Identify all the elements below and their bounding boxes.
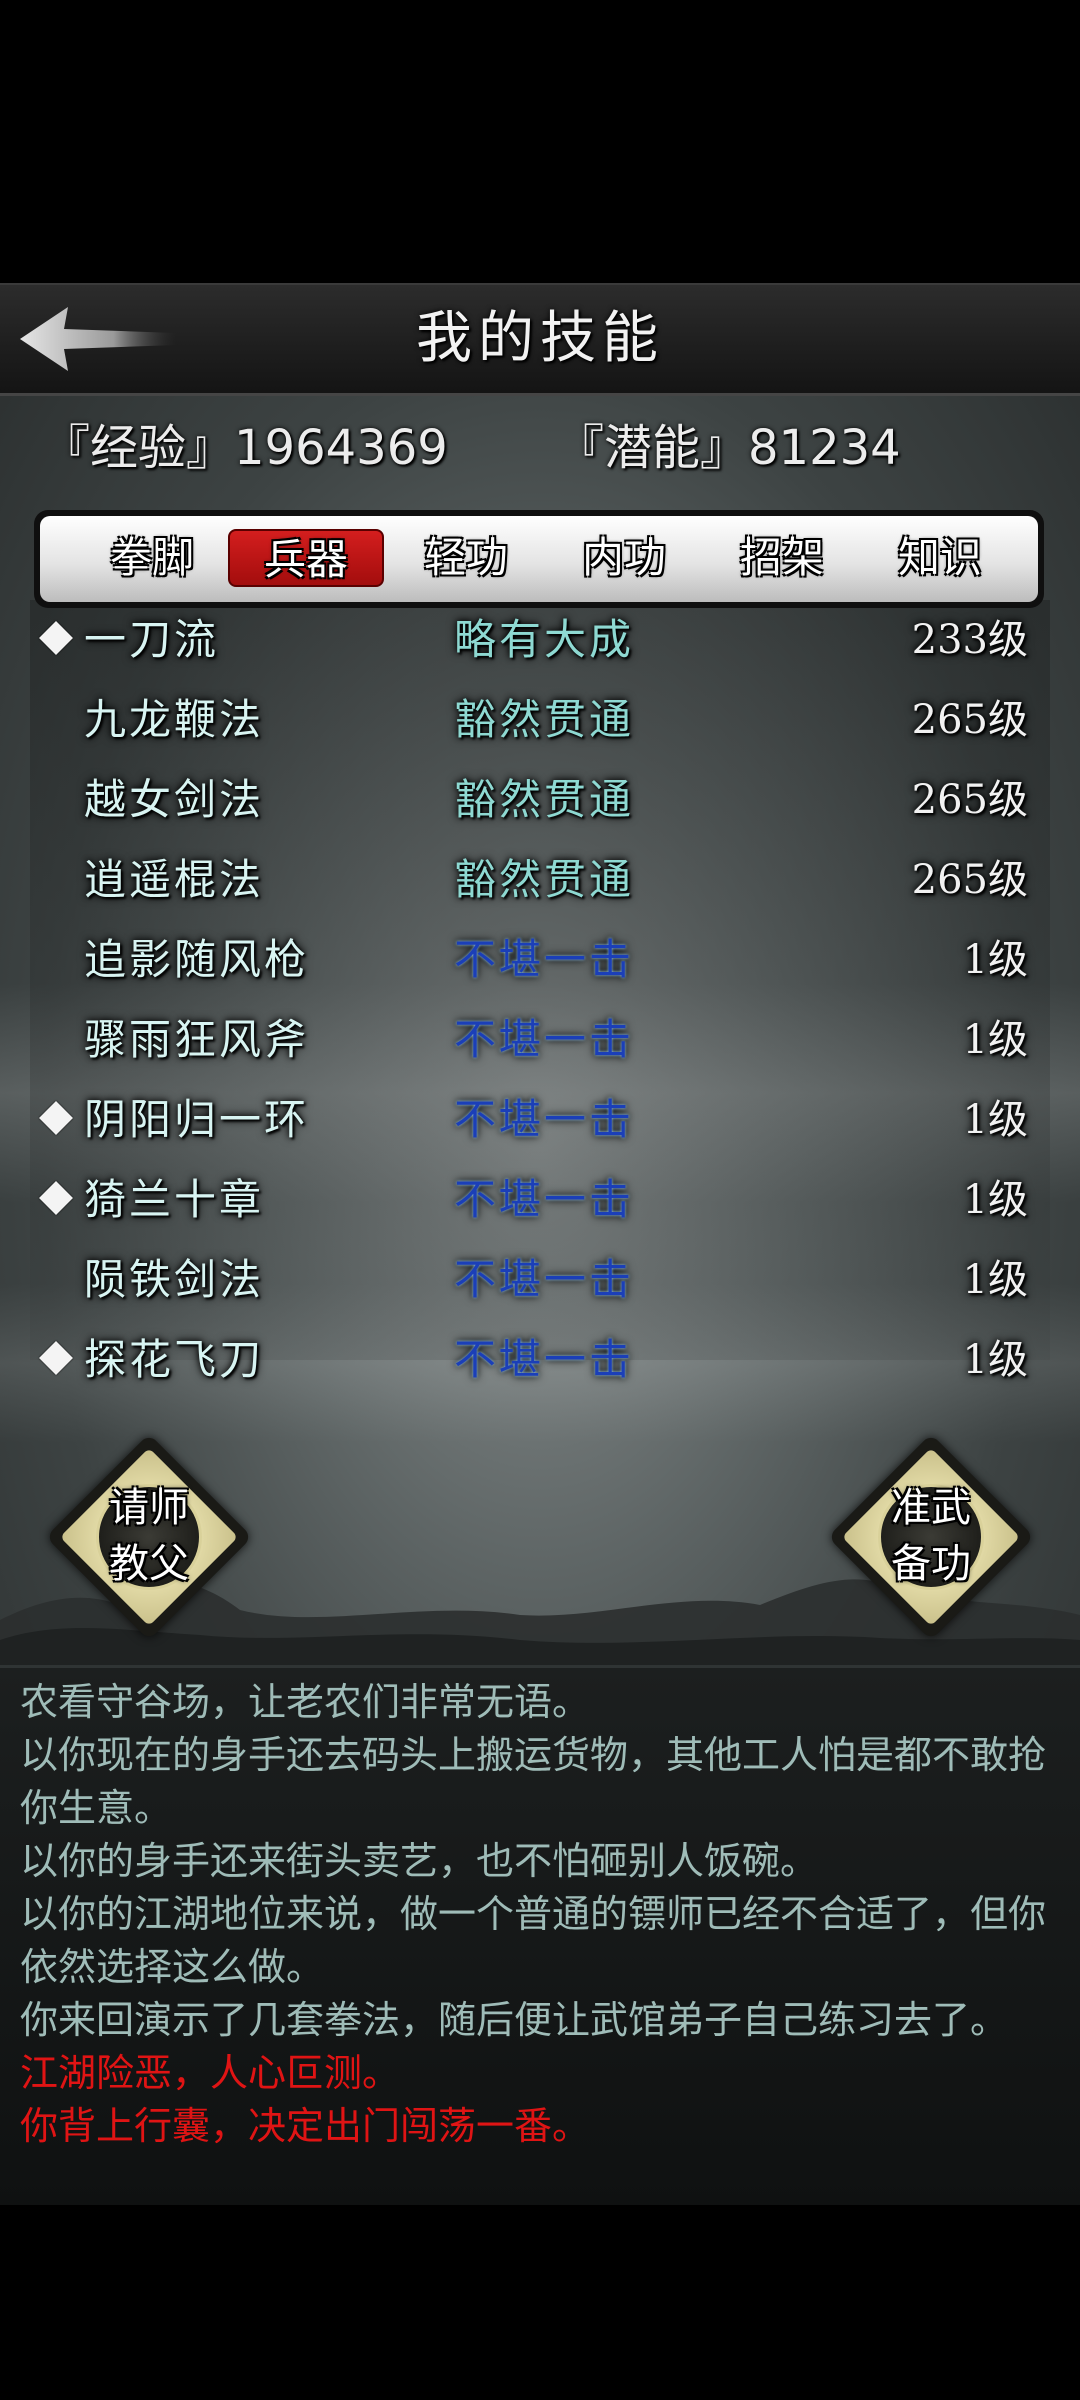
log-line: 农看守谷场，让老农们非常无语。 bbox=[20, 1680, 591, 1724]
prepare-martial-label-line1: 准武 bbox=[891, 1485, 971, 1531]
skill-rank: 豁然贯通 bbox=[454, 775, 635, 824]
skill-rank: 不堪一击 bbox=[454, 1175, 635, 1224]
title-bar: 我的技能 bbox=[0, 283, 1080, 396]
log-line: 以你的身手还来街头卖艺，也不怕砸别人饭碗。 bbox=[20, 1839, 819, 1883]
tab-parry[interactable]: 招架 bbox=[704, 529, 860, 587]
log-line: 你来回演示了几套拳法，随后便让武馆弟子自己练习去了。 bbox=[20, 1998, 1009, 2042]
skill-level: 1级 bbox=[962, 1337, 1028, 1383]
page-title: 我的技能 bbox=[416, 306, 664, 371]
skill-row[interactable]: 越女剑法 豁然贯通 265级 bbox=[30, 760, 1050, 840]
experience-stat: 『经验』1964369 bbox=[42, 420, 448, 476]
skill-rank: 略有大成 bbox=[454, 615, 635, 664]
skill-name: 越女剑法 bbox=[84, 775, 265, 824]
skill-level: 265级 bbox=[911, 777, 1028, 823]
diamond-marker-icon bbox=[39, 1101, 73, 1135]
skill-row[interactable]: 陨铁剑法 不堪一击 1级 bbox=[30, 1240, 1050, 1320]
skill-name: 骤雨狂风斧 bbox=[84, 1015, 310, 1064]
skill-rank: 不堪一击 bbox=[454, 1335, 635, 1384]
diamond-marker-icon bbox=[39, 1181, 73, 1215]
skill-row[interactable]: 阴阳归一环 不堪一击 1级 bbox=[30, 1080, 1050, 1160]
skill-level: 1级 bbox=[962, 1017, 1028, 1063]
log-line: 你背上行囊，决定出门闯荡一番。 bbox=[20, 2104, 591, 2148]
message-log[interactable]: 农看守谷场，让老农们非常无语。以你现在的身手还去码头上搬运货物，其他工人怕是都不… bbox=[0, 1665, 1080, 2205]
tab-lightness[interactable]: 轻功 bbox=[388, 529, 544, 587]
tab-weapons[interactable]: 兵器 bbox=[228, 529, 384, 587]
skill-row[interactable]: 猗兰十章 不堪一击 1级 bbox=[30, 1160, 1050, 1240]
category-tab-bar: 拳脚 兵器 轻功 内功 招架 知识 bbox=[34, 510, 1044, 608]
skill-level: 265级 bbox=[911, 697, 1028, 743]
log-line: 以你的江湖地位来说，做一个普通的镖师已经不合适了，但你依然选择这么做。 bbox=[20, 1892, 1047, 1989]
log-line: 以你现在的身手还去码头上搬运货物，其他工人怕是都不敢抢你生意。 bbox=[20, 1733, 1047, 1830]
tab-fist[interactable]: 拳脚 bbox=[74, 529, 230, 587]
skill-name: 追影随风枪 bbox=[84, 935, 310, 984]
skill-rank: 豁然贯通 bbox=[454, 855, 635, 904]
skill-row[interactable]: 九龙鞭法 豁然贯通 265级 bbox=[30, 680, 1050, 760]
skill-name: 陨铁剑法 bbox=[84, 1255, 265, 1304]
skill-name: 一刀流 bbox=[84, 615, 220, 664]
skill-rank: 不堪一击 bbox=[454, 935, 635, 984]
skill-row[interactable]: 逍遥棍法 豁然贯通 265级 bbox=[30, 840, 1050, 920]
skill-list: 一刀流 略有大成 233级 九龙鞭法 豁然贯通 265级 越女剑法 豁然贯通 265级 逍遥棍法豁… bbox=[30, 600, 1050, 1384]
skill-level: 1级 bbox=[962, 937, 1028, 983]
skill-level: 233级 bbox=[911, 617, 1028, 663]
skill-row[interactable]: 探花飞刀 不堪一击 1级 bbox=[30, 1320, 1050, 1400]
skill-level: 1级 bbox=[962, 1257, 1028, 1303]
skill-rank: 不堪一击 bbox=[454, 1015, 635, 1064]
prepare-martial-label-line2: 备功 bbox=[891, 1541, 971, 1587]
tab-bar-inner: 拳脚 兵器 轻功 内功 招架 知识 bbox=[40, 516, 1038, 602]
diamond-marker-icon bbox=[39, 1341, 73, 1375]
skill-name: 探花飞刀 bbox=[84, 1335, 265, 1384]
skill-level: 265级 bbox=[911, 857, 1028, 903]
skill-name: 猗兰十章 bbox=[84, 1175, 265, 1224]
log-line: 江湖险恶，人心叵测。 bbox=[20, 2051, 401, 2095]
ask-master-label-line2: 教父 bbox=[109, 1541, 189, 1587]
skill-level: 1级 bbox=[962, 1097, 1028, 1143]
tab-knowledge[interactable]: 知识 bbox=[862, 529, 1018, 587]
ask-master-label: 请师 教父 bbox=[46, 1480, 252, 1592]
tab-inner-power[interactable]: 内功 bbox=[546, 529, 702, 587]
potential-stat: 『潜能』81234 bbox=[556, 420, 901, 476]
skill-name: 九龙鞭法 bbox=[84, 695, 265, 744]
ask-master-label-line1: 请师 bbox=[109, 1485, 189, 1531]
diamond-marker-icon bbox=[39, 621, 73, 655]
skill-row[interactable]: 一刀流 略有大成 233级 bbox=[30, 600, 1050, 680]
ask-master-button[interactable]: 请师 教父 bbox=[45, 1433, 253, 1641]
skill-rank: 不堪一击 bbox=[454, 1255, 635, 1304]
game-screen: 我的技能 『经验』1964369 『潜能』81234 一刀流 略有大成 233级九龙… bbox=[0, 0, 1080, 2400]
skill-rank: 豁然贯通 bbox=[454, 695, 635, 744]
prepare-martial-label: 准武 备功 bbox=[828, 1480, 1034, 1592]
skill-name: 阴阳归一环 bbox=[84, 1095, 310, 1144]
skill-row[interactable]: 骤雨狂风斧 不堪一击 1级 bbox=[30, 1000, 1050, 1080]
skill-row[interactable]: 追影随风枪 不堪一击 1级 bbox=[30, 920, 1050, 1000]
prepare-martial-button[interactable]: 准武 备功 bbox=[827, 1433, 1035, 1641]
skill-level: 1级 bbox=[962, 1177, 1028, 1223]
skill-rank: 不堪一击 bbox=[454, 1095, 635, 1144]
skill-name: 逍遥棍法 bbox=[84, 855, 265, 904]
